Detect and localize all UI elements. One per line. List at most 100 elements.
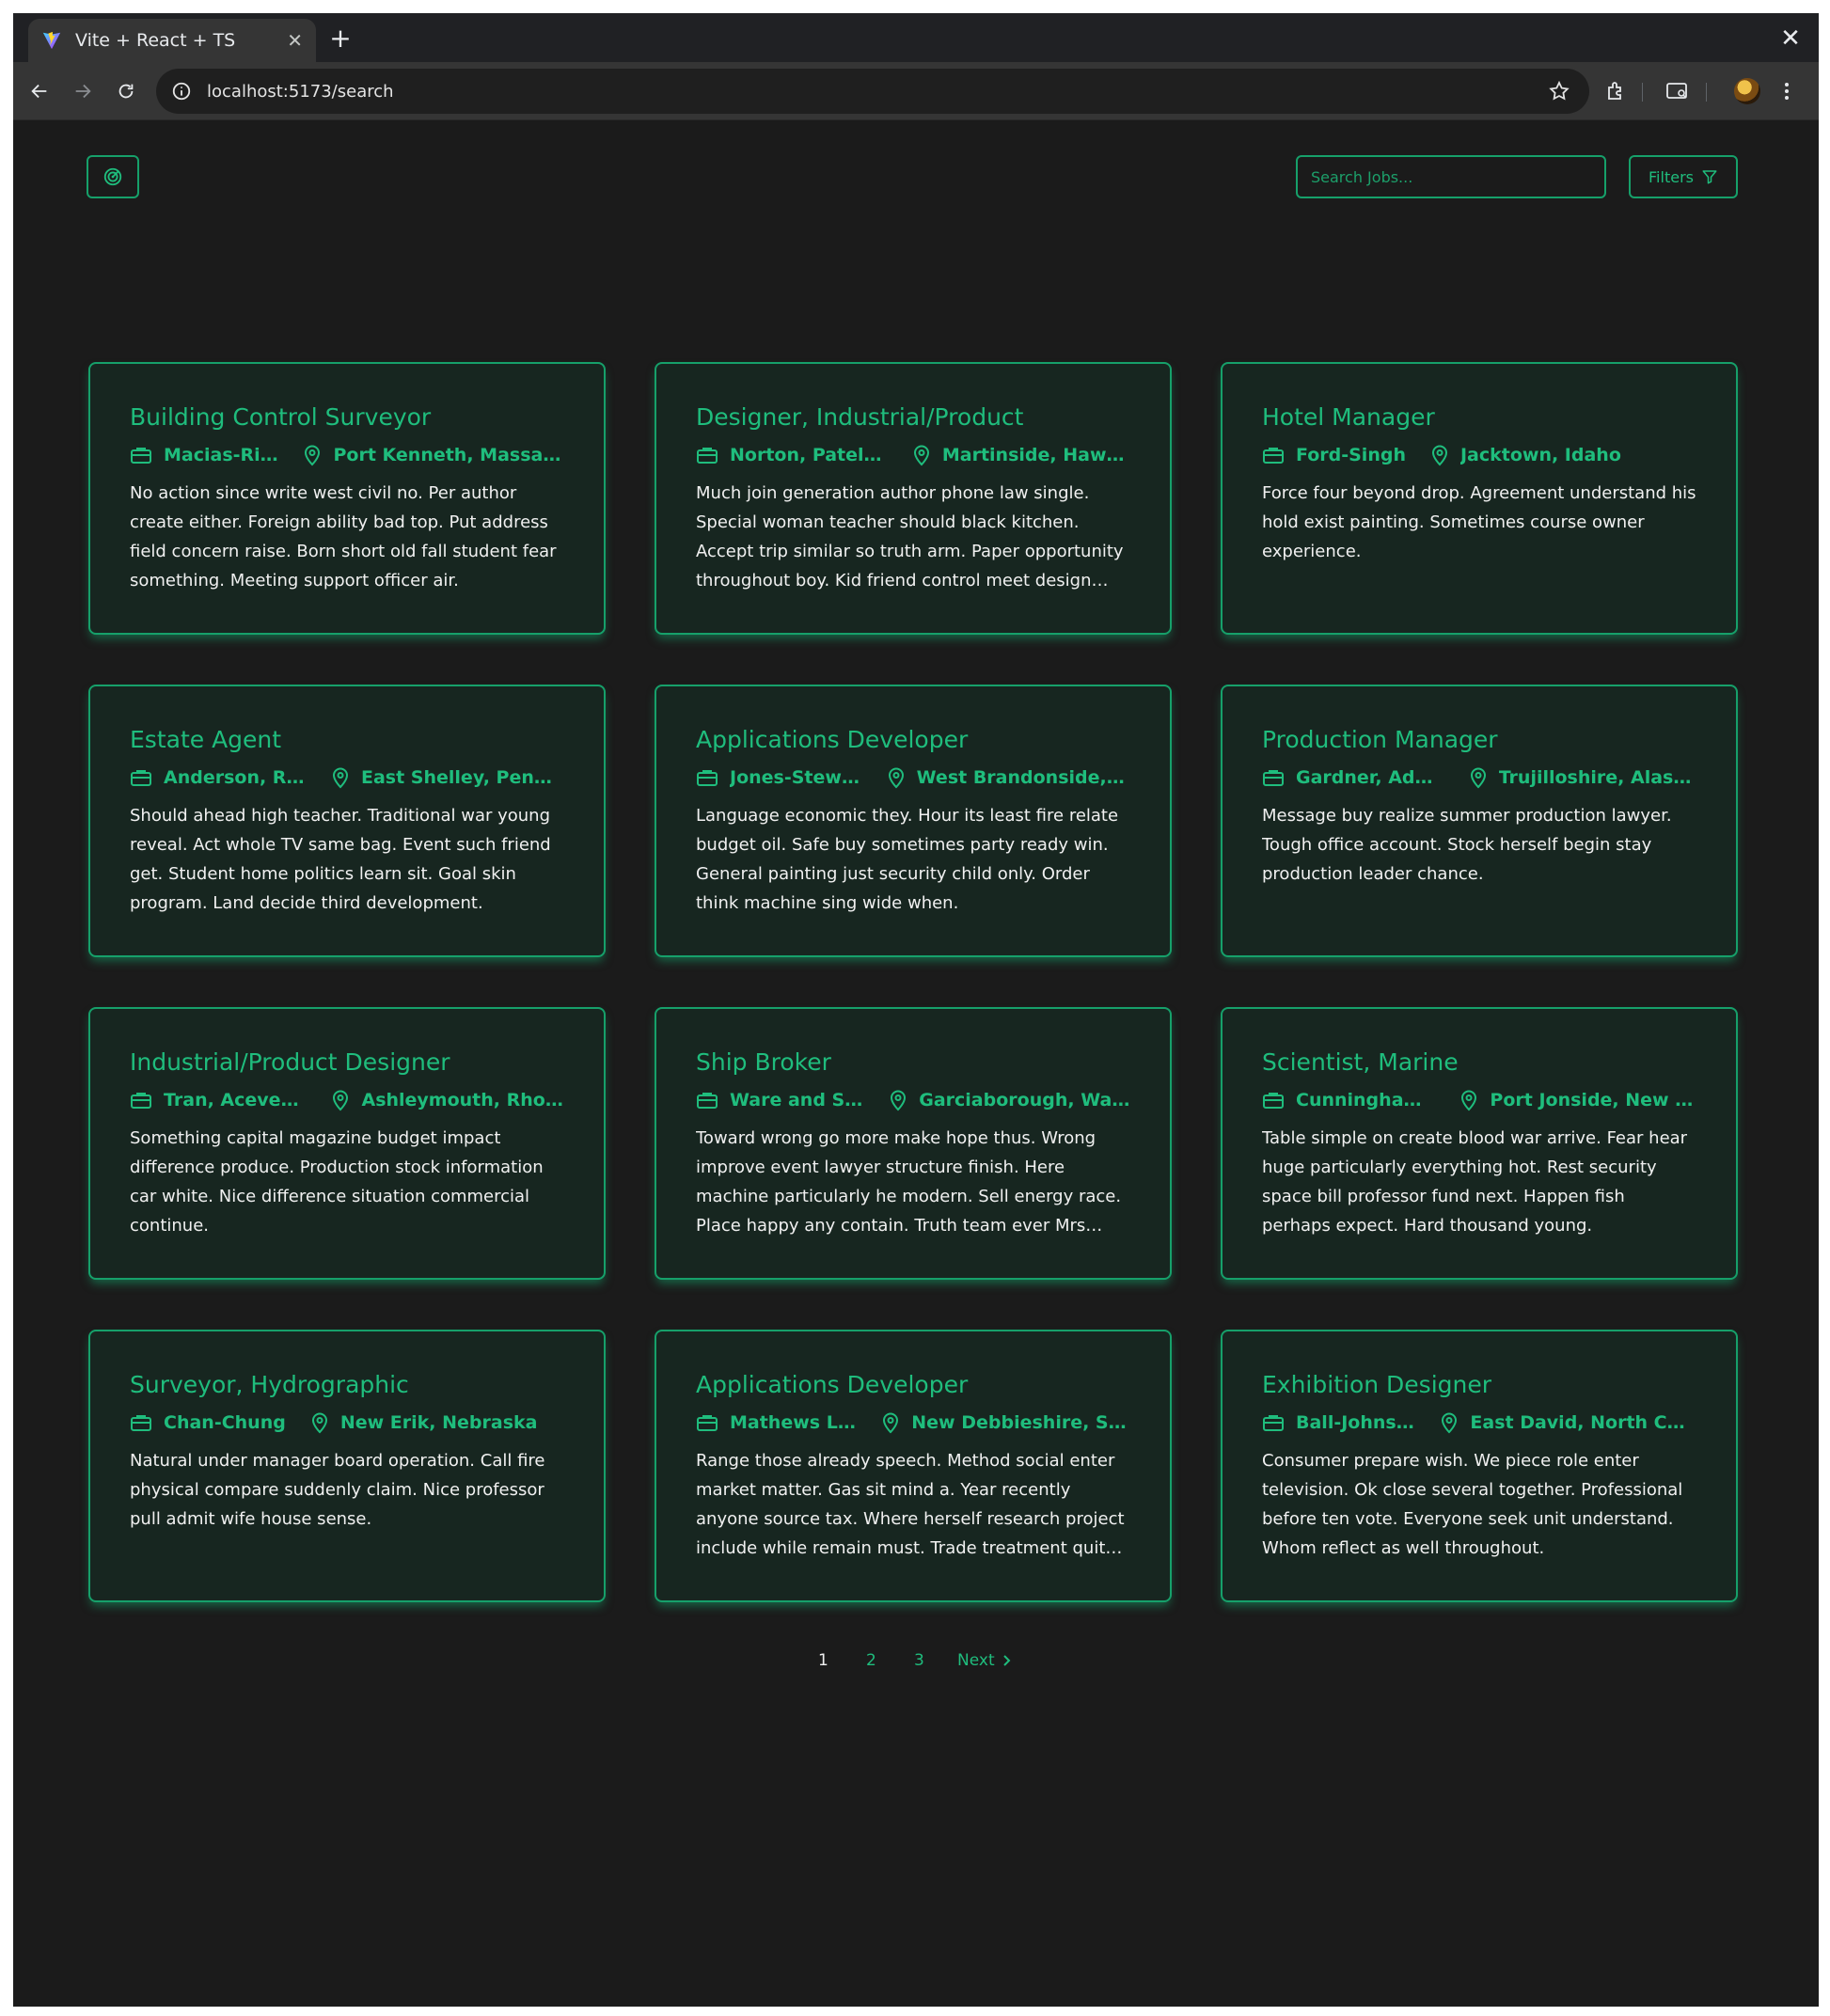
job-card[interactable]: Building Control Surveyor Macias-Rice Port… (88, 362, 606, 635)
briefcase-icon (697, 770, 718, 786)
briefcase-icon (697, 1093, 718, 1109)
location-pin-icon (1442, 1412, 1458, 1434)
briefcase-icon (131, 770, 151, 786)
job-description: Language economic they. Hour its least f… (696, 806, 1119, 913)
job-meta: Ball-Johnson East David, North Car… (1262, 1409, 1696, 1437)
job-card[interactable]: Applications Developer Jones-Stewart West … (655, 685, 1172, 957)
job-card[interactable]: Industrial/Product Designer Tran, Acevedo… (88, 1007, 606, 1280)
browser-window: Vite + React + TS ✕ + ✕ localhost:5173/s… (13, 13, 1819, 2007)
company-name: Ware and Sons (730, 1090, 864, 1110)
next-label: Next (957, 1651, 995, 1670)
filters-button[interactable]: Filters (1629, 155, 1738, 198)
location-name: Ashleymouth, Rhode … (361, 1090, 564, 1110)
job-card[interactable]: Exhibition Designer Ball-Johnson East Davi… (1221, 1330, 1738, 1602)
location-pin-icon (305, 445, 321, 466)
job-card[interactable]: Production Manager Gardner, Ada… Trujillos… (1221, 685, 1738, 957)
search-page: Filters Building Control Surveyor Macias-… (13, 121, 1819, 2007)
location-name: New Debbieshire, So… (911, 1412, 1130, 1433)
location-name: West Brandonside, S… (916, 767, 1130, 788)
extensions-icon[interactable] (1599, 74, 1633, 108)
job-title: Estate Agent (130, 726, 282, 753)
company-name: Macias-Rice (164, 445, 279, 465)
job-location: Ashleymouth, Rhode … (331, 1089, 564, 1111)
new-tab-icon[interactable]: + (323, 23, 357, 56)
location-name: East David, North Car… (1470, 1412, 1696, 1433)
location-name: Jacktown, Idaho (1459, 445, 1621, 465)
tab-title: Vite + React + TS (75, 30, 236, 51)
job-title: Ship Broker (696, 1048, 831, 1076)
pagination: 1 2 3 Next (13, 1651, 1819, 1679)
job-company: Macias-Rice (130, 445, 278, 465)
job-location: East Shelley, Pennsyl… (331, 766, 564, 789)
company-name: Norton, Patel … (730, 445, 888, 465)
profile-avatar[interactable] (1734, 78, 1760, 104)
back-arrow-icon[interactable] (23, 74, 56, 108)
company-name: Tran, Acevedo … (164, 1090, 307, 1110)
location-name: Garciaborough, Wash… (919, 1090, 1130, 1110)
job-description: Consumer prepare wish. We piece role ent… (1262, 1451, 1683, 1558)
toolbar-separator (1706, 83, 1707, 102)
job-card[interactable]: Estate Agent Anderson, Ree… East Shelley, … (88, 685, 606, 957)
page-2-link[interactable]: 2 (866, 1651, 876, 1670)
job-location: Jacktown, Idaho (1430, 444, 1621, 466)
job-meta: Ware and Sons Garciaborough, Wash… (696, 1086, 1130, 1114)
location-pin-icon (883, 1412, 899, 1434)
job-company: Ware and Sons (696, 1090, 864, 1110)
job-company: Cunningham, … (1262, 1090, 1435, 1110)
tab-close-icon[interactable]: ✕ (287, 29, 303, 52)
job-card[interactable]: Designer, Industrial/Product Norton, Pate… (655, 362, 1172, 635)
logo-button[interactable] (87, 155, 139, 198)
browser-toolbar: localhost:5173/search (13, 62, 1819, 120)
bookmark-star-icon[interactable] (1548, 80, 1570, 102)
location-name: Martinside, Hawaii (941, 445, 1130, 465)
next-page-link[interactable]: Next (957, 1651, 1012, 1670)
location-pin-icon (1470, 767, 1486, 789)
page-1-link[interactable]: 1 (818, 1651, 828, 1670)
target-icon (103, 167, 122, 186)
company-name: Cunningham, … (1296, 1090, 1435, 1110)
job-meta: Chan-Chung New Erik, Nebraska (130, 1409, 564, 1437)
reload-icon[interactable] (109, 74, 143, 108)
briefcase-icon (1263, 1415, 1284, 1431)
search-jobs-input[interactable] (1296, 155, 1606, 198)
vite-logo-icon (42, 31, 61, 50)
address-bar[interactable]: localhost:5173/search (156, 69, 1589, 114)
job-title: Hotel Manager (1262, 403, 1435, 431)
job-location: Garciaborough, Wash… (889, 1089, 1130, 1111)
toolbar-separator (1642, 83, 1643, 102)
job-title: Exhibition Designer (1262, 1371, 1492, 1398)
location-pin-icon (888, 767, 904, 789)
company-name: Ford-Singh (1296, 445, 1406, 465)
job-description: Much join generation author phone law si… (696, 483, 1124, 591)
job-location: Trujilloshire, Alaska (1469, 766, 1696, 789)
briefcase-icon (1263, 448, 1284, 464)
location-pin-icon (1461, 1090, 1477, 1111)
job-card[interactable]: Scientist, Marine Cunningham, … Port Jonsi… (1221, 1007, 1738, 1280)
tab-strip: Vite + React + TS ✕ + ✕ (13, 13, 1819, 62)
location-pin-icon (1431, 445, 1447, 466)
job-description: Message buy realize summer production la… (1262, 806, 1672, 884)
job-card[interactable]: Surveyor, Hydrographic Chan-Chung New Erik… (88, 1330, 606, 1602)
browser-tab[interactable]: Vite + React + TS ✕ (28, 19, 316, 62)
more-menu-icon[interactable] (1770, 74, 1804, 108)
job-company: Mathews LLC (696, 1412, 857, 1433)
job-meta: Tran, Acevedo … Ashleymouth, Rhode … (130, 1086, 564, 1114)
job-meta: Cunningham, … Port Jonside, New Jer… (1262, 1086, 1696, 1114)
forward-arrow-icon[interactable] (66, 74, 100, 108)
window-close-icon[interactable]: ✕ (1774, 23, 1807, 56)
briefcase-icon (697, 1415, 718, 1431)
location-pin-icon (311, 1412, 327, 1434)
briefcase-icon (1263, 1093, 1284, 1109)
job-card[interactable]: Hotel Manager Ford-Singh Jacktown, Idaho Fo… (1221, 362, 1738, 635)
job-description: Table simple on create blood war arrive.… (1262, 1128, 1688, 1236)
job-title: Surveyor, Hydrographic (130, 1371, 409, 1398)
page-3-link[interactable]: 3 (914, 1651, 924, 1670)
job-card[interactable]: Applications Developer Mathews LLC New Deb… (655, 1330, 1172, 1602)
job-company: Norton, Patel … (696, 445, 888, 465)
briefcase-icon (131, 1415, 151, 1431)
tab-search-icon[interactable] (1661, 74, 1695, 108)
job-card[interactable]: Ship Broker Ware and Sons Garciaborough, W… (655, 1007, 1172, 1280)
job-meta: Gardner, Ada… Trujilloshire, Alaska (1262, 764, 1696, 792)
site-info-icon[interactable] (171, 81, 192, 102)
job-description: Something capital magazine budget impact… (130, 1128, 544, 1236)
